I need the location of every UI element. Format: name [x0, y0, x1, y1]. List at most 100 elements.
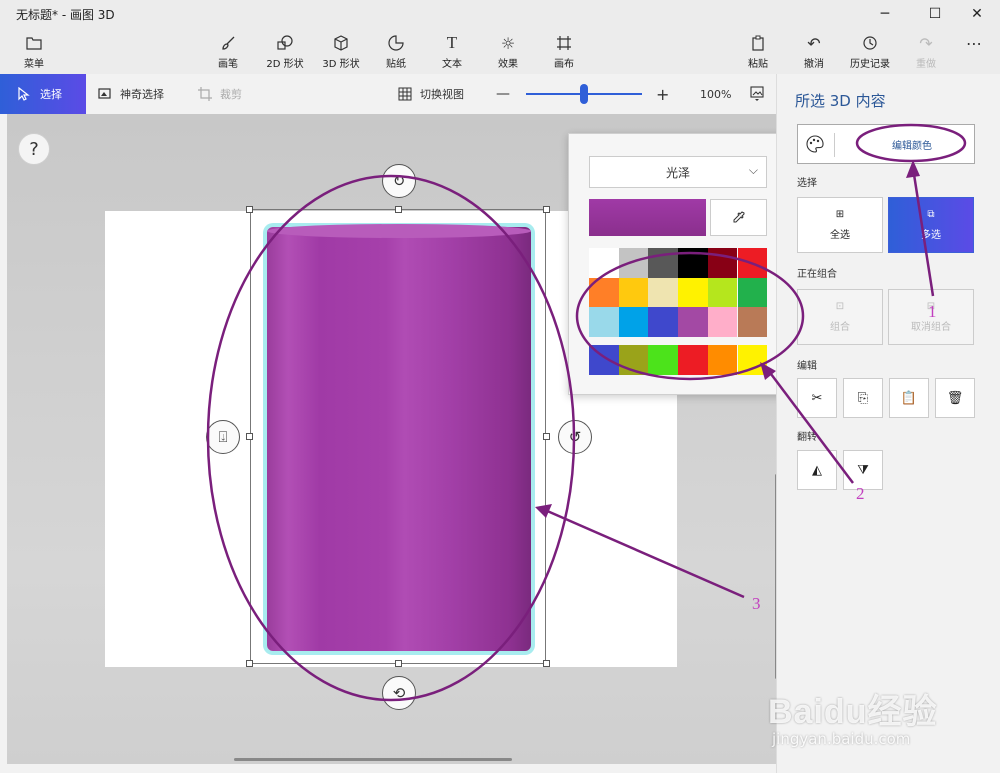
zoom-out-button[interactable]: —	[496, 74, 510, 114]
color-swatch[interactable]	[707, 277, 738, 308]
resize-handle-bl[interactable]	[246, 660, 253, 667]
group-button[interactable]: ⊡ 组合	[797, 289, 883, 345]
color-swatch[interactable]	[648, 307, 679, 338]
delete-button[interactable]: 🗑	[935, 378, 975, 418]
flip-horizontal-button[interactable]: ◭	[797, 450, 837, 490]
effects-button[interactable]: ☼ 效果	[478, 32, 538, 72]
zoom-in-button[interactable]: +	[656, 74, 669, 114]
eyedropper-button[interactable]	[710, 199, 767, 236]
magic-select-button[interactable]: 神奇选择	[98, 74, 164, 114]
canvas-button[interactable]: 画布	[534, 32, 594, 72]
color-swatch[interactable]	[589, 277, 619, 308]
crop-button[interactable]: 裁剪	[198, 74, 242, 114]
custom-color-swatch[interactable]	[707, 345, 738, 375]
magic-select-label: 神奇选择	[120, 88, 164, 101]
select-all-button[interactable]: ⊞ 全选	[797, 197, 883, 253]
shapes-3d-button[interactable]: 3D 形状	[311, 32, 371, 72]
custom-color-swatch[interactable]	[618, 345, 649, 375]
multi-select-button[interactable]: ⧉ 多选	[888, 197, 974, 253]
rotate-y-handle[interactable]: ↺	[558, 420, 592, 454]
custom-color-swatch[interactable]	[678, 345, 708, 375]
section-edit-label: 编辑	[797, 361, 817, 372]
history-icon	[862, 32, 878, 54]
section-select-label: 选择	[797, 178, 817, 189]
minimize-button[interactable]: ─	[862, 0, 908, 28]
color-swatch[interactable]	[648, 248, 679, 278]
magic-select-icon	[98, 88, 111, 99]
color-swatch[interactable]	[737, 307, 768, 338]
color-swatch[interactable]	[678, 277, 708, 308]
resize-handle-t[interactable]	[395, 206, 402, 213]
finish-dropdown[interactable]: 光泽 ⌵	[589, 156, 767, 188]
undo-icon: ↶	[807, 33, 821, 53]
stickers-button[interactable]: 贴纸	[366, 32, 426, 72]
effects-label: 效果	[498, 59, 518, 70]
resize-handle-br[interactable]	[543, 660, 550, 667]
window-title: 无标题* - 画图 3D	[16, 8, 115, 22]
text-icon: T	[446, 33, 458, 52]
color-swatch[interactable]	[589, 248, 619, 278]
undo-button[interactable]: ↶ 撤消	[784, 32, 844, 72]
clipboard-icon: 📋	[900, 390, 918, 406]
paste-button[interactable]: 粘贴	[728, 32, 788, 72]
color-swatch[interactable]	[737, 248, 768, 278]
cut-button[interactable]: ✂	[797, 378, 837, 418]
custom-color-swatch[interactable]	[589, 345, 619, 375]
paste-panel-button[interactable]: 📋	[889, 378, 929, 418]
folder-icon	[26, 32, 42, 54]
resize-handle-tr[interactable]	[543, 206, 550, 213]
sun-icon: ☼	[500, 33, 516, 53]
grid-icon	[398, 87, 412, 101]
clipboard-icon	[750, 32, 766, 54]
color-swatch[interactable]	[618, 307, 649, 338]
menu-button[interactable]: 菜单	[4, 32, 64, 72]
toggle-view-button[interactable]: 切换视图	[398, 74, 464, 114]
resize-handle-b[interactable]	[395, 660, 402, 667]
shapes-2d-label: 2D 形状	[266, 59, 304, 70]
image-view-icon	[750, 86, 764, 101]
depth-handle[interactable]: ⍗	[206, 420, 240, 454]
resize-handle-r[interactable]	[543, 433, 550, 440]
zoom-slider-thumb[interactable]	[580, 84, 588, 104]
resize-handle-l[interactable]	[246, 433, 253, 440]
history-button[interactable]: 历史记录	[840, 32, 900, 72]
horizontal-scrollbar[interactable]	[234, 758, 512, 761]
color-swatch[interactable]	[618, 277, 649, 308]
multi-select-label: 多选	[921, 230, 941, 241]
divider	[834, 133, 835, 157]
color-swatch[interactable]	[648, 277, 679, 308]
view-options-button[interactable]	[750, 74, 764, 114]
resize-handle-tl[interactable]	[246, 206, 253, 213]
select-tool-button[interactable]: 选择	[0, 74, 86, 114]
color-swatch[interactable]	[737, 277, 768, 308]
color-swatch[interactable]	[678, 248, 708, 278]
text-button[interactable]: T 文本	[422, 32, 482, 72]
custom-color-swatch[interactable]	[737, 345, 768, 375]
depth-icon: ⍗	[218, 428, 228, 446]
color-swatch[interactable]	[589, 307, 619, 338]
close-button[interactable]: ✕	[954, 0, 1000, 28]
stickers-label: 贴纸	[386, 59, 406, 70]
rotate-x-handle[interactable]: ↻	[382, 164, 416, 198]
more-button[interactable]: ⋯	[944, 32, 1000, 72]
flip-vertical-icon: ⧩	[857, 462, 869, 478]
brushes-button[interactable]: 画笔	[198, 32, 258, 72]
custom-color-swatch[interactable]	[648, 345, 679, 375]
copy-button[interactable]: ⎘	[843, 378, 883, 418]
color-swatch[interactable]	[678, 307, 708, 338]
ribbon: 菜单 画笔 2D 形状 3D 形状 贴纸 T 文本 ☼ 效果 画布 粘贴 ↶ 撤…	[0, 28, 1000, 74]
paint3d-window: 无标题* - 画图 3D ─ ☐ ✕ 菜单 画笔 2D 形状 3D 形状 贴纸 …	[0, 0, 1000, 773]
shapes-2d-icon	[276, 32, 294, 54]
help-button[interactable]: ?	[18, 133, 50, 165]
color-swatch[interactable]	[707, 248, 738, 278]
text-label: 文本	[442, 59, 462, 70]
annotation-number-2: 2	[856, 484, 865, 503]
shapes-2d-button[interactable]: 2D 形状	[255, 32, 315, 72]
rotate-z-handle[interactable]: ⟲	[382, 676, 416, 710]
sticker-icon	[388, 32, 404, 54]
color-swatch[interactable]	[707, 307, 738, 338]
color-swatch[interactable]	[618, 248, 649, 278]
crop-icon	[198, 87, 212, 101]
maximize-button[interactable]: ☐	[912, 0, 958, 28]
edit-color-button[interactable]: 编辑颜色	[797, 124, 975, 164]
